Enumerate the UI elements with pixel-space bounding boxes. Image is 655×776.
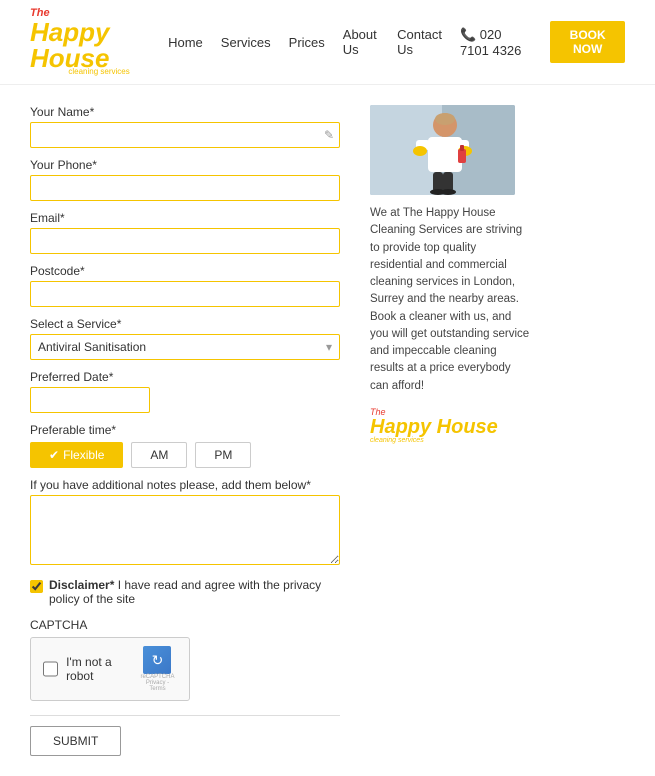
time-label: Preferable time*	[30, 423, 340, 437]
disclaimer-bold-label: Disclaimer*	[49, 578, 114, 592]
nav-prices[interactable]: Prices	[289, 35, 325, 50]
name-field-group: Your Name* ✎	[30, 105, 340, 148]
name-label: Your Name*	[30, 105, 340, 119]
captcha-inner: I'm not a robot	[43, 655, 138, 683]
nav-home[interactable]: Home	[168, 35, 203, 50]
notes-field-group: If you have additional notes please, add…	[30, 478, 340, 568]
logo-main: Happy House	[30, 17, 109, 73]
disclaimer-checkbox[interactable]	[30, 580, 43, 593]
time-options: ✔ Flexible AM PM	[30, 442, 340, 468]
service-select[interactable]: Antiviral Sanitisation Regular Cleaning …	[30, 334, 340, 360]
name-input[interactable]	[30, 122, 340, 148]
phone-field-group: Your Phone*	[30, 158, 340, 201]
phone-input[interactable]	[30, 175, 340, 201]
sidebar-logo-main: Happy House	[370, 417, 530, 437]
time-pm-button[interactable]: PM	[195, 442, 251, 468]
sidebar-logo: The Happy House cleaning services	[370, 407, 530, 444]
submit-button[interactable]: SUBMIT	[30, 726, 121, 756]
nav-contact[interactable]: Contact Us	[397, 27, 442, 57]
book-now-button[interactable]: BOOK NOW	[550, 21, 625, 63]
time-field-group: Preferable time* ✔ Flexible AM PM	[30, 423, 340, 468]
sidebar: We at The Happy House Cleaning Services …	[370, 105, 530, 756]
notes-textarea[interactable]	[30, 495, 340, 565]
nav-services[interactable]: Services	[221, 35, 271, 50]
service-label: Select a Service*	[30, 317, 340, 331]
email-field-group: Email*	[30, 211, 340, 254]
captcha-text: I'm not a robot	[66, 655, 138, 683]
main-content: Your Name* ✎ Your Phone* Email* Postcode…	[0, 85, 655, 776]
notes-label: If you have additional notes please, add…	[30, 478, 340, 492]
email-input[interactable]	[30, 228, 340, 254]
captcha-checkbox[interactable]	[43, 661, 58, 677]
main-nav: Home Services Prices About Us Contact Us…	[168, 21, 625, 63]
time-flexible-button[interactable]: ✔ Flexible	[30, 442, 123, 468]
date-label: Preferred Date*	[30, 370, 340, 384]
logo: The Happy House cleaning services	[30, 8, 168, 76]
captcha-box[interactable]: I'm not a robot ↻ reCAPTCHA Privacy - Te…	[30, 637, 190, 701]
service-field-group: Select a Service* Antiviral Sanitisation…	[30, 317, 340, 360]
recaptcha-icon: ↻	[143, 646, 171, 674]
form-divider	[30, 715, 340, 716]
email-label: Email*	[30, 211, 340, 225]
contact-form-section: Your Name* ✎ Your Phone* Email* Postcode…	[30, 105, 340, 756]
name-input-wrapper: ✎	[30, 122, 340, 148]
recaptcha-terms: Privacy - Terms	[138, 680, 177, 692]
header: The Happy House cleaning services Home S…	[0, 0, 655, 85]
captcha-label: CAPTCHA	[30, 618, 340, 632]
service-select-wrapper: Antiviral Sanitisation Regular Cleaning …	[30, 334, 340, 360]
nav-about[interactable]: About Us	[343, 27, 379, 57]
postcode-input[interactable]	[30, 281, 340, 307]
nav-phone: 📞 020 7101 4326	[460, 27, 532, 58]
name-input-icon: ✎	[324, 128, 334, 142]
checkmark-icon: ✔	[49, 448, 59, 462]
disclaimer-group: Disclaimer* I have read and agree with t…	[30, 578, 340, 606]
sidebar-image	[370, 105, 515, 195]
sidebar-description: We at The Happy House Cleaning Services …	[370, 205, 530, 395]
postcode-label: Postcode*	[30, 264, 340, 278]
captcha-section: CAPTCHA I'm not a robot ↻ reCAPTCHA Priv…	[30, 618, 340, 701]
phone-label: Your Phone*	[30, 158, 340, 172]
postcode-field-group: Postcode*	[30, 264, 340, 307]
sidebar-image-svg	[370, 105, 515, 195]
date-input[interactable]	[30, 387, 150, 413]
sidebar-logo-sub: cleaning services	[370, 437, 530, 444]
disclaimer-text: Disclaimer* I have read and agree with t…	[49, 578, 340, 606]
captcha-logo: ↻ reCAPTCHA Privacy - Terms	[138, 646, 177, 692]
time-am-button[interactable]: AM	[131, 442, 187, 468]
date-field-group: Preferred Date*	[30, 370, 340, 413]
flexible-label: Flexible	[63, 448, 104, 462]
